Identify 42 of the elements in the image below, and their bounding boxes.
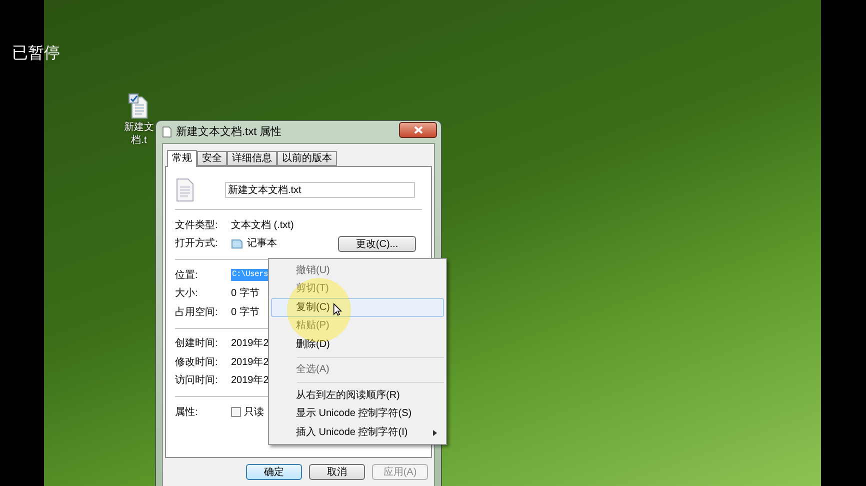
tab[interactable]: 安全	[197, 151, 227, 166]
field-label: 属性:	[175, 406, 199, 420]
field-value: 2019年2	[231, 356, 269, 370]
playback-status: 已暂停	[12, 44, 60, 64]
desktop-icon-label: 新建文	[124, 121, 154, 134]
field-label: 创建时间:	[175, 336, 219, 352]
file-name-field[interactable]: 新建文本文档.txt	[225, 182, 415, 198]
field-value: 2019年2	[231, 374, 269, 388]
menu-item[interactable]: 显示 Unicode 控制字符(S)	[271, 404, 444, 423]
field-value: 记事本	[247, 236, 277, 252]
field-label: 文件类型:	[175, 218, 219, 233]
tab[interactable]: 详细信息	[227, 151, 277, 166]
field-value: 0 字节	[231, 286, 260, 302]
dialog-button[interactable]: 取消	[309, 464, 365, 480]
field-label: 访问时间:	[175, 374, 219, 388]
menu-item[interactable]: 从右到左的阅读顺序(R)	[271, 386, 444, 404]
tab[interactable]: 以前的版本	[277, 151, 337, 166]
dialog-button[interactable]: 确定	[246, 464, 302, 480]
menu-item[interactable]: 复制(C)	[271, 298, 444, 316]
text-file-icon[interactable]	[128, 93, 150, 119]
field-label: 大小:	[175, 286, 199, 302]
field-value: 文本文档 (.txt)	[231, 218, 294, 233]
close-button[interactable]	[399, 122, 437, 138]
checkbox-label: 只读	[244, 406, 264, 420]
change-button[interactable]: 更改(C)...	[338, 236, 416, 252]
checkbox[interactable]	[231, 407, 241, 418]
field-label: 打开方式:	[175, 236, 219, 252]
text-file-icon	[175, 178, 195, 202]
window-title: 新建文本文档.txt 属性	[176, 124, 282, 140]
menu-item[interactable]: 删除(D)	[271, 335, 444, 354]
field-label: 修改时间:	[175, 356, 219, 370]
mouse-cursor-icon	[333, 303, 342, 316]
field-label: 占用空间:	[175, 306, 219, 320]
field-value: 0 字节	[231, 306, 260, 320]
document-icon	[162, 126, 172, 138]
field-label: 位置:	[175, 268, 199, 283]
close-icon	[414, 126, 422, 134]
notepad-icon	[231, 238, 243, 250]
menu-item[interactable]: 插入 Unicode 控制字符(I)	[271, 423, 444, 442]
tab[interactable]: 常规	[167, 150, 197, 167]
desktop-icon-label: 档.t	[131, 134, 147, 147]
field-value: 2019年2	[231, 337, 269, 352]
